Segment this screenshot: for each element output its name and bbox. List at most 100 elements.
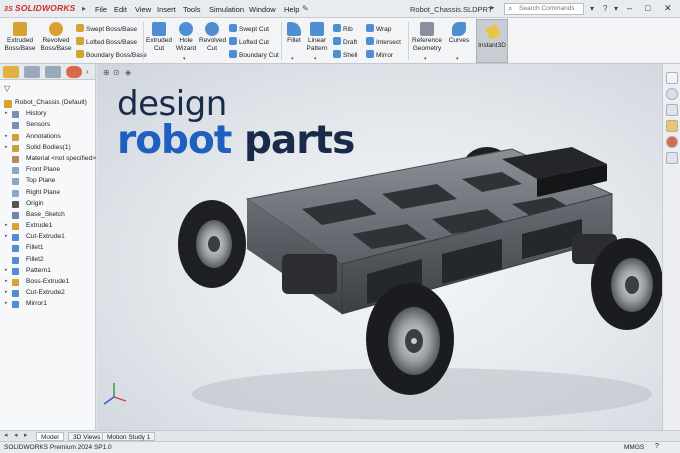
instant3d-button[interactable]: Instant3D (476, 19, 508, 63)
menu-file[interactable]: File (95, 5, 107, 14)
expand-arrow-icon[interactable]: ▸ (5, 222, 8, 228)
expand-arrow-icon[interactable]: ▸ (5, 110, 8, 116)
tab-first-icon[interactable]: ◂ (4, 431, 8, 439)
file-explorer-icon[interactable] (666, 104, 678, 116)
boundary-cut-button[interactable]: Boundary Cut (229, 50, 279, 59)
menu-window[interactable]: Window (249, 5, 276, 14)
tab-prev-icon[interactable]: ◂ (14, 431, 18, 439)
menu-view[interactable]: View (135, 5, 151, 14)
maximize-icon[interactable]: □ (645, 3, 650, 13)
solidworks-logo[interactable]: 3S SOLIDWORKS (4, 3, 76, 13)
unit-system[interactable]: MMGS (624, 444, 644, 451)
menu-insert[interactable]: Insert (157, 5, 176, 14)
status-help-icon[interactable]: ? (655, 443, 659, 450)
tree-item[interactable]: Material <not specified> (0, 154, 96, 165)
expand-arrow-icon[interactable]: ▸ (5, 289, 8, 295)
expand-arrow-icon[interactable]: ▸ (5, 267, 8, 273)
expand-arrow-icon[interactable]: ▸ (5, 278, 8, 284)
search-dropdown-icon[interactable]: ▾ (590, 4, 594, 13)
swept-cut-button[interactable]: Swept Cut (229, 24, 269, 33)
tree-item[interactable]: ▸ Extrude1 (0, 221, 96, 232)
graphics-area[interactable]: ⊕ ⊙ ◈ design robot parts (97, 64, 662, 430)
rib-button[interactable]: Rib (333, 24, 353, 33)
tree-item[interactable]: ▸ Mirror1 (0, 299, 96, 310)
feature-manager-tab-icon[interactable] (3, 66, 19, 78)
tree-root-part[interactable]: Robot_Chassis (Default) (0, 98, 96, 109)
tree-item[interactable]: Fillet2 (0, 255, 96, 266)
menu-edit[interactable]: Edit (114, 5, 127, 14)
tree-item[interactable]: ▸ Pattern1 (0, 266, 96, 277)
tab-model[interactable]: Model (36, 432, 64, 441)
tree-item[interactable]: Top Plane (0, 176, 96, 187)
reference-geometry-button[interactable]: Reference Geometry (411, 22, 443, 53)
menu-help[interactable]: Help (284, 5, 299, 14)
help-dropdown-icon[interactable]: ▾ (614, 4, 618, 13)
revolved-boss-button[interactable]: Revolved Boss/Base (40, 22, 72, 53)
expand-arrow-icon[interactable]: ▸ (5, 144, 8, 150)
robot-chassis-model[interactable] (152, 139, 662, 429)
expand-arrow-icon[interactable]: ▸ (5, 133, 8, 139)
extruded-boss-button[interactable]: Extruded Boss/Base (4, 22, 36, 53)
tree-item[interactable]: ▸ Solid Bodies(1) (0, 143, 96, 154)
menu-simulation[interactable]: Simulation (209, 5, 244, 14)
tree-item[interactable]: ▸ Cut-Extrude2 (0, 288, 96, 299)
zoom-area-icon[interactable]: ⊙ (113, 68, 120, 77)
search-commands-input[interactable]: ⌕ Search Commands (504, 3, 584, 15)
reference-geometry-dropdown-icon[interactable]: ▾ (424, 56, 427, 62)
curves-button[interactable]: Curves (447, 22, 471, 45)
arrow-icon[interactable]: ➤ (489, 4, 495, 12)
linear-pattern-button[interactable]: Linear Pattern (305, 22, 329, 53)
close-icon[interactable]: ✕ (664, 3, 672, 14)
linear-pattern-dropdown-icon[interactable]: ▾ (314, 56, 317, 62)
display-manager-tab-icon[interactable] (66, 66, 82, 78)
help-icon[interactable]: ? (603, 4, 607, 13)
tab-motion-study-1[interactable]: Motion Study 1 (102, 432, 156, 441)
view-palette-icon[interactable] (666, 120, 678, 132)
tree-item[interactable]: Right Plane (0, 188, 96, 199)
tree-item[interactable]: Origin (0, 199, 96, 210)
menu-tools[interactable]: Tools (183, 5, 201, 14)
revolved-cut-button[interactable]: Revolved Cut (199, 22, 227, 53)
extruded-cut-button[interactable]: Extruded Cut (146, 22, 172, 53)
zoom-to-fit-icon[interactable]: ⊕ (103, 68, 110, 77)
draft-button[interactable]: Draft (333, 37, 357, 46)
hole-wizard-dropdown-icon[interactable]: ▾ (183, 56, 186, 62)
property-manager-tab-icon[interactable] (24, 66, 40, 78)
intersect-button[interactable]: Intersect (366, 37, 401, 46)
fillet-dropdown-icon[interactable]: ▾ (291, 56, 294, 62)
shell-button[interactable]: Shell (333, 50, 357, 59)
custom-properties-icon[interactable] (666, 152, 678, 164)
tree-item[interactable]: ▸ History (0, 109, 96, 120)
tree-item[interactable]: Fillet1 (0, 243, 96, 254)
revolved-cut-label-1: Revolved (199, 37, 227, 44)
lofted-boss-button[interactable]: Lofted Boss/Base (76, 37, 137, 46)
fillet-button[interactable]: Fillet (284, 22, 304, 45)
tree-item[interactable]: Sensors (0, 120, 96, 131)
view-orientation-icon[interactable]: ◈ (125, 68, 131, 77)
expand-arrow-icon[interactable]: ▸ (5, 233, 8, 239)
configuration-manager-tab-icon[interactable] (45, 66, 61, 78)
filter-icon[interactable]: ▽ (4, 84, 10, 93)
menu-pin-icon[interactable]: ▸ (82, 4, 90, 14)
expand-arrow-icon[interactable]: ▸ (5, 300, 8, 306)
lofted-cut-button[interactable]: Lofted Cut (229, 37, 269, 46)
pin-icon[interactable]: ✎ (302, 4, 309, 13)
mirror-button[interactable]: Mirror (366, 50, 393, 59)
hole-wizard-button[interactable]: Hole Wizard (174, 22, 198, 53)
design-library-icon[interactable] (666, 88, 678, 100)
curves-dropdown-icon[interactable]: ▾ (456, 56, 459, 62)
tree-item[interactable]: Base_Sketch (0, 210, 96, 221)
appearances-icon[interactable] (666, 136, 678, 148)
swept-boss-button[interactable]: Swept Boss/Base (76, 24, 137, 33)
tab-next-icon[interactable]: ▸ (24, 431, 28, 439)
tree-item[interactable]: ▸ Boss-Extrude1 (0, 277, 96, 288)
minimize-icon[interactable]: – (627, 3, 632, 13)
boundary-boss-button[interactable]: Boundary Boss/Base (76, 50, 147, 59)
panel-expand-icon[interactable]: › (86, 67, 89, 76)
tree-item[interactable]: Front Plane (0, 165, 96, 176)
tab-3d-views[interactable]: 3D Views (68, 432, 106, 441)
tree-item[interactable]: ▸ Annotations (0, 132, 96, 143)
tree-item[interactable]: ▸ Cut-Extrude1 (0, 232, 96, 243)
solidworks-resources-icon[interactable] (666, 72, 678, 84)
wrap-button[interactable]: Wrap (366, 24, 391, 33)
